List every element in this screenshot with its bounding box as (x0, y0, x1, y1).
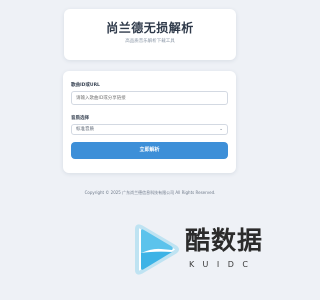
parse-form: 歌曲ID或URL 音质选择 标准音质 ⌄ 立即解析 (63, 71, 236, 173)
quality-select[interactable]: 标准音质 ⌄ (71, 124, 228, 135)
url-input[interactable] (71, 91, 228, 105)
watermark-sub: KUIDC (189, 260, 257, 269)
chevron-down-icon: ⌄ (219, 127, 223, 132)
page-subtitle: 高品质音乐解析下载工具 (125, 39, 175, 44)
copyright-text: Copyright © 2025 广东尚兰德信息科技有限公司 All Right… (84, 190, 216, 195)
header-card: 尚兰德无损解析 高品质音乐解析下载工具 (64, 9, 236, 60)
parse-button[interactable]: 立即解析 (71, 142, 228, 159)
watermark-name: 酷数据 (185, 226, 264, 255)
play-logo-icon (135, 224, 179, 275)
quality-label: 音质选择 (71, 116, 89, 121)
url-label: 歌曲ID或URL (71, 83, 100, 88)
page-title: 尚兰德无损解析 (106, 21, 194, 35)
quality-select-value: 标准音质 (76, 127, 94, 132)
watermark: 酷数据 KUIDC (131, 223, 283, 276)
